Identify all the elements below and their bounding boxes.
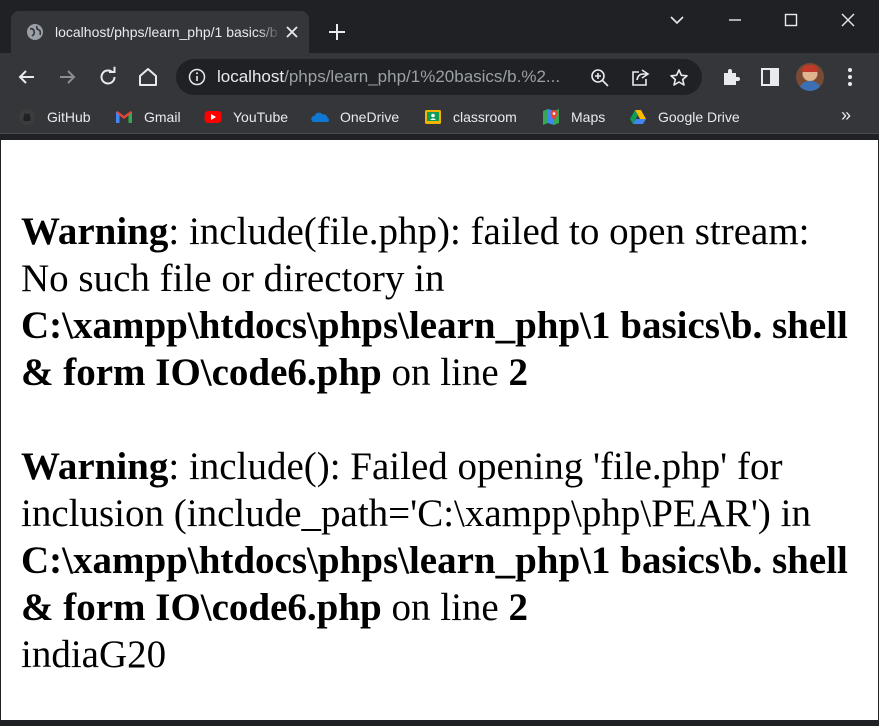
classroom-icon	[425, 110, 441, 124]
bookmark-youtube[interactable]: YouTube	[204, 106, 288, 128]
extensions-puzzle-icon[interactable]	[719, 65, 743, 89]
bookmark-star-icon[interactable]	[669, 68, 689, 88]
line-number: 2	[508, 351, 528, 394]
github-icon	[19, 109, 35, 125]
address-bar[interactable]: localhost/phps/learn_php/1%20basics/b.%2…	[176, 59, 702, 95]
menu-kebab-icon[interactable]	[838, 65, 862, 89]
back-arrow-icon[interactable]	[15, 65, 39, 89]
zoom-icon[interactable]	[590, 68, 610, 88]
globe-icon	[27, 24, 43, 40]
bookmark-label: GitHub	[47, 109, 91, 125]
window-bottom-border	[0, 720, 879, 726]
google-drive-icon	[630, 110, 646, 124]
side-panel-icon[interactable]	[758, 65, 782, 89]
minimize-icon[interactable]	[723, 8, 747, 32]
warning-label: Warning	[21, 210, 169, 253]
maps-icon	[543, 109, 559, 125]
url-text[interactable]: localhost/phps/learn_php/1%20basics/b.%2…	[217, 67, 569, 87]
bookmark-label: OneDrive	[340, 109, 400, 125]
close-icon[interactable]	[283, 23, 301, 41]
script-output-text: indiaG20	[21, 633, 167, 676]
php-output: Warning: include(file.php): failed to op…	[21, 208, 861, 678]
window-close-icon[interactable]	[836, 8, 860, 32]
tab-strip: localhost/phps/learn_php/1 basics/b.%20s…	[0, 0, 879, 53]
bookmark-google-drive[interactable]: Google Drive	[629, 106, 740, 128]
line-number: 2	[508, 586, 528, 629]
bookmarks-bar: GitHub Gmail YouTube OneDrive classroom …	[0, 101, 879, 134]
tab-title: localhost/phps/learn_php/1 basics/b.%20s…	[55, 24, 277, 40]
bookmark-label: YouTube	[233, 109, 289, 125]
onedrive-icon	[311, 112, 329, 123]
new-tab-plus-icon[interactable]	[326, 21, 348, 43]
bookmark-github[interactable]: GitHub	[18, 106, 91, 128]
home-icon[interactable]	[136, 65, 160, 89]
bookmark-gmail[interactable]: Gmail	[115, 106, 181, 128]
forward-arrow-icon[interactable]	[55, 65, 79, 89]
browser-window: localhost/phps/learn_php/1 basics/b.%20s…	[0, 0, 879, 726]
bookmark-classroom[interactable]: classroom	[424, 106, 517, 128]
browser-tab[interactable]: localhost/phps/learn_php/1 basics/b.%20s…	[11, 11, 309, 53]
bookmark-label: Gmail	[144, 109, 181, 125]
page-viewport: Warning: include(file.php): failed to op…	[0, 140, 879, 720]
bookmark-label: Maps	[571, 109, 606, 125]
bookmarks-overflow-button[interactable]: »	[841, 105, 851, 126]
gmail-icon	[116, 111, 132, 123]
php-warning-message: Warning: include(): Failed opening 'file…	[21, 443, 861, 631]
on-line-text: on line	[381, 351, 509, 394]
youtube-icon	[204, 111, 222, 123]
bookmark-label: Google Drive	[658, 109, 740, 125]
reload-icon[interactable]	[96, 65, 120, 89]
bookmark-onedrive[interactable]: OneDrive	[311, 106, 399, 128]
php-warning-message: Warning: include(file.php): failed to op…	[21, 208, 861, 396]
bookmark-label: classroom	[453, 109, 517, 125]
share-icon[interactable]	[630, 68, 650, 88]
info-icon[interactable]	[188, 68, 206, 86]
profile-avatar[interactable]	[796, 63, 824, 91]
bookmark-maps[interactable]: Maps	[542, 106, 605, 128]
tab-search-chevron-icon[interactable]	[665, 8, 689, 32]
warning-label: Warning	[21, 445, 169, 488]
maximize-icon[interactable]	[779, 8, 803, 32]
browser-toolbar: localhost/phps/learn_php/1%20basics/b.%2…	[0, 53, 879, 101]
on-line-text: on line	[381, 586, 509, 629]
